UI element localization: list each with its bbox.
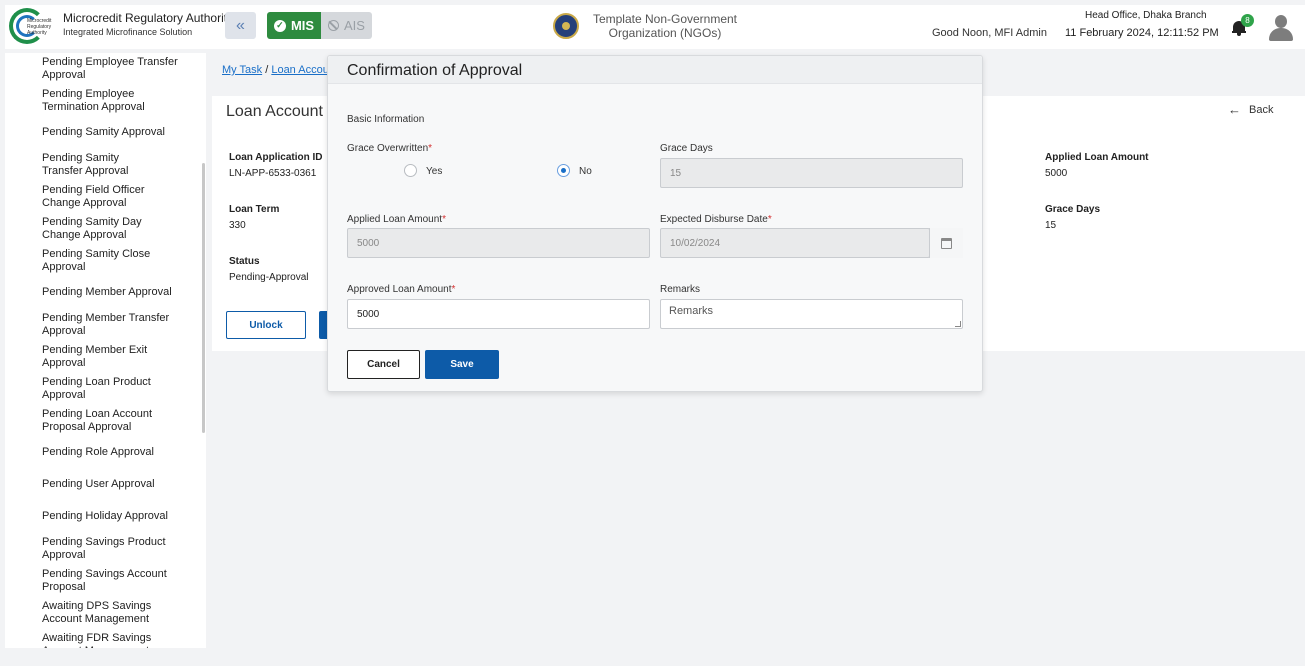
- back-button[interactable]: ← Back: [1228, 102, 1273, 117]
- sidebar-item-loan-product[interactable]: Pending Loan Product Approval: [42, 376, 157, 402]
- top-header: Microcredit Regulatory Authority Microcr…: [5, 5, 1305, 49]
- grace-days-label: Grace Days: [1045, 204, 1101, 215]
- calendar-button[interactable]: [929, 228, 963, 258]
- grace-yes-radio[interactable]: [404, 164, 417, 177]
- status-label: Status: [229, 256, 260, 267]
- sidebar-item-samity-day-change[interactable]: Pending Samity Day Change Approval: [42, 216, 152, 242]
- sidebar-item-field-officer-change[interactable]: Pending Field Officer Change Approval: [42, 184, 152, 210]
- save-button[interactable]: Save: [425, 350, 499, 379]
- sidebar-item-savings-product[interactable]: Pending Savings Product Approval: [42, 536, 167, 562]
- status-value: Pending-Approval: [229, 272, 309, 283]
- calendar-icon: [941, 237, 952, 249]
- approved-amount-input[interactable]: 5000: [347, 299, 650, 329]
- sidebar-item-loan-account-proposal[interactable]: Pending Loan Account Proposal Approval: [42, 408, 157, 434]
- sidebar-item-employee-transfer[interactable]: Pending Employee Transfer Approval: [42, 56, 182, 82]
- sidebar-item-user[interactable]: Pending User Approval: [42, 478, 192, 491]
- resize-handle[interactable]: [955, 321, 961, 327]
- loan-term-value: 330: [229, 220, 246, 231]
- breadcrumb: My Task / Loan Account: [222, 64, 338, 76]
- remarks-label: Remarks: [660, 284, 701, 295]
- disburse-date-label: Expected Disburse Date*: [660, 214, 772, 225]
- grace-days-input[interactable]: 15: [660, 158, 963, 188]
- page-title: Loan Account: [226, 103, 323, 120]
- greeting-text: Good Noon, MFI Admin: [932, 27, 1047, 39]
- loan-application-id-label: Loan Application ID: [229, 152, 323, 163]
- check-circle-icon: ✓: [273, 19, 286, 32]
- user-avatar[interactable]: [1269, 15, 1293, 41]
- modal-title: Confirmation of Approval: [347, 62, 523, 79]
- disburse-date-input[interactable]: 10/02/2024: [660, 228, 930, 258]
- breadcrumb-my-task[interactable]: My Task: [222, 64, 262, 76]
- organization-name: Template Non-Government Organization (NG…: [592, 12, 738, 40]
- sidebar-item-samity[interactable]: Pending Samity Approval: [42, 126, 182, 139]
- mra-logo: Microcredit Regulatory Authority: [9, 8, 61, 46]
- double-chevron-left-icon: «: [236, 16, 245, 34]
- app-subtitle: Integrated Microfinance Solution: [63, 27, 193, 37]
- sidebar-item-member-transfer[interactable]: Pending Member Transfer Approval: [42, 312, 172, 338]
- ban-icon: [328, 20, 340, 31]
- grace-overwritten-label: Grace Overwritten*: [347, 143, 433, 154]
- loan-term-label: Loan Term: [229, 204, 280, 215]
- government-seal-icon: [553, 13, 579, 39]
- remarks-textarea[interactable]: Remarks: [660, 299, 963, 329]
- sidebar-item-member-exit[interactable]: Pending Member Exit Approval: [42, 344, 152, 370]
- sidebar-item-samity-transfer[interactable]: Pending Samity Transfer Approval: [42, 152, 162, 178]
- applied-loan-amount-label: Applied Loan Amount: [1045, 152, 1149, 163]
- mis-toggle-button[interactable]: ✓ MIS: [267, 12, 321, 39]
- grace-days-value: 15: [1045, 220, 1057, 231]
- sidebar-item-employee-termination[interactable]: Pending Employee Termination Approval: [42, 88, 152, 114]
- applied-amount-input[interactable]: 5000: [347, 228, 650, 258]
- confirmation-modal: Confirmation of Approval Basic Informati…: [327, 55, 983, 392]
- unlock-button[interactable]: Unlock: [226, 311, 306, 339]
- section-title: Basic Information: [347, 114, 425, 125]
- sidebar-item-role[interactable]: Pending Role Approval: [42, 446, 192, 459]
- sidebar-item-fdr-savings[interactable]: Awaiting FDR Savings Account Management: [42, 632, 157, 648]
- branch-name: Head Office, Dhaka Branch: [1085, 10, 1207, 21]
- sidebar-menu: Pending Employee Transfer Approval Pendi…: [5, 53, 206, 648]
- app-title: Microcredit Regulatory Authority: [63, 11, 234, 25]
- ais-toggle-button[interactable]: AIS: [321, 12, 372, 39]
- grace-no-label: No: [579, 166, 592, 177]
- sidebar-item-samity-close[interactable]: Pending Samity Close Approval: [42, 248, 157, 274]
- sidebar-item-holiday[interactable]: Pending Holiday Approval: [42, 510, 192, 523]
- current-datetime: 11 February 2024, 12:11:52 PM: [1065, 27, 1219, 39]
- grace-days-field-label: Grace Days: [660, 143, 713, 154]
- cancel-button[interactable]: Cancel: [347, 350, 420, 379]
- sidebar-item-dps-savings[interactable]: Awaiting DPS Savings Account Management: [42, 600, 157, 626]
- loan-application-id-value: LN-APP-6533-0361: [229, 168, 317, 179]
- sidebar-item-member[interactable]: Pending Member Approval: [42, 286, 192, 299]
- approved-amount-label: Approved Loan Amount*: [347, 284, 456, 295]
- notification-count-badge: 8: [1241, 14, 1254, 27]
- sidebar-scrollbar[interactable]: [202, 163, 205, 433]
- arrow-left-icon: ←: [1228, 102, 1241, 117]
- grace-yes-label: Yes: [426, 166, 443, 177]
- grace-no-radio[interactable]: [557, 164, 570, 177]
- applied-loan-amount-value: 5000: [1045, 168, 1068, 179]
- collapse-sidebar-button[interactable]: «: [225, 12, 256, 39]
- sidebar-item-savings-account-proposal[interactable]: Pending Savings Account Proposal: [42, 568, 167, 594]
- applied-amount-label: Applied Loan Amount*: [347, 214, 446, 225]
